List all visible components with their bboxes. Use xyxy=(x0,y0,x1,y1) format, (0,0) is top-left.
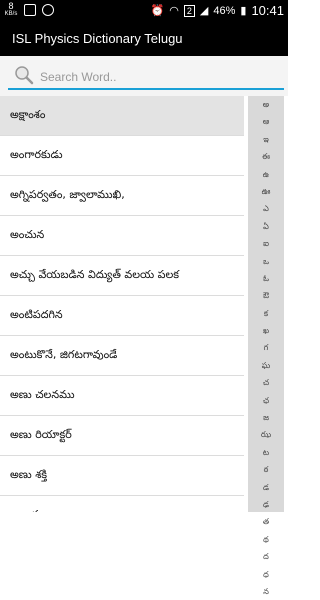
list-item[interactable]: అణు రియాక్టర్ xyxy=(0,416,244,456)
index-letter[interactable]: డ xyxy=(248,479,284,496)
list-item[interactable]: అణువు xyxy=(0,496,244,513)
list-item[interactable]: అణు చలనము xyxy=(0,376,244,416)
index-letter[interactable]: ఢ xyxy=(248,496,284,513)
list-item[interactable]: అగ్నిపర్వతం, జ్వాలాముఖి, xyxy=(0,176,244,216)
index-letter[interactable]: ఎ xyxy=(248,200,284,217)
battery-icon: ▮ xyxy=(240,5,247,17)
list-item[interactable]: అక్షాంశం xyxy=(0,96,244,136)
list-item[interactable]: అచ్చు వేయబడిన విద్యుత్ వలయ పలక xyxy=(0,256,244,296)
index-letter[interactable]: ఔ xyxy=(248,287,284,304)
index-letter[interactable]: ఏ xyxy=(248,218,284,235)
index-letter[interactable]: ఝ xyxy=(248,426,284,443)
sim-icon: 2 xyxy=(183,4,195,17)
search-field[interactable] xyxy=(8,64,284,90)
network-speed-value: 8 xyxy=(8,1,14,11)
gallery-icon xyxy=(24,4,36,16)
network-speed: 8 KB/s xyxy=(4,2,18,18)
wifi-icon: ◠ xyxy=(169,5,179,17)
status-bar: 8 KB/s ⏰ ◠ 2 ◢ 46% ▮ 10:41 xyxy=(0,0,288,24)
alphabet-index: అఆఇఈఉఊఎఏఐఒఓఔకఖగఘచఛజఝటఠడఢతథదధన xyxy=(248,96,284,596)
signal-icon: ◢ xyxy=(199,5,209,17)
index-letter[interactable]: ఊ xyxy=(248,183,284,200)
list-item[interactable]: అంచున xyxy=(0,216,244,256)
index-letter[interactable]: ఖ xyxy=(248,322,284,339)
index-letter[interactable]: న xyxy=(248,583,284,600)
clock: 10:41 xyxy=(251,3,284,18)
search-bar xyxy=(0,56,288,96)
index-letter[interactable]: థ xyxy=(248,531,284,548)
list-item[interactable]: అణు శక్తి xyxy=(0,456,244,496)
battery-percent: 46% xyxy=(213,4,236,17)
index-letter[interactable]: ఉ xyxy=(248,166,284,183)
index-letter[interactable]: ధ xyxy=(248,566,284,583)
index-letter[interactable]: ద xyxy=(248,548,284,565)
index-letter[interactable]: చ xyxy=(248,374,284,391)
index-letter[interactable]: ఇ xyxy=(248,131,284,148)
list-item[interactable]: అంటిపదగిన xyxy=(0,296,244,336)
alarm-icon: ⏰ xyxy=(150,5,165,17)
index-letter[interactable]: గ xyxy=(248,339,284,356)
index-letter[interactable]: త xyxy=(248,513,284,530)
index-letter[interactable]: ఘ xyxy=(248,357,284,374)
word-list: అక్షాంశం అంగారకుడు అగ్నిపర్వతం, జ్వాలాముఖి… xyxy=(0,96,244,512)
index-letter[interactable]: ఒ xyxy=(248,253,284,270)
index-letter[interactable]: జ xyxy=(248,409,284,426)
network-speed-unit: KB/s xyxy=(4,11,18,17)
search-input[interactable] xyxy=(38,66,272,88)
index-letter[interactable]: ఛ xyxy=(248,392,284,409)
index-letter[interactable]: అ xyxy=(248,96,284,113)
search-icon xyxy=(15,66,34,85)
list-item[interactable]: అంగారకుడు xyxy=(0,136,244,176)
index-letter[interactable]: ఐ xyxy=(248,235,284,252)
list-item[interactable]: అంటుకొనే, జిగటగావుండే xyxy=(0,336,244,376)
index-letter[interactable]: ఈ xyxy=(248,148,284,165)
check-icon xyxy=(42,4,54,16)
index-letter[interactable]: ట xyxy=(248,444,284,461)
index-letter[interactable]: ఠ xyxy=(248,461,284,478)
index-letter[interactable]: క xyxy=(248,305,284,322)
index-letter[interactable]: ఆ xyxy=(248,113,284,130)
app-bar: ISL Physics Dictionary Telugu xyxy=(0,24,288,56)
app-title: ISL Physics Dictionary Telugu xyxy=(12,31,183,46)
index-letter[interactable]: ఓ xyxy=(248,270,284,287)
